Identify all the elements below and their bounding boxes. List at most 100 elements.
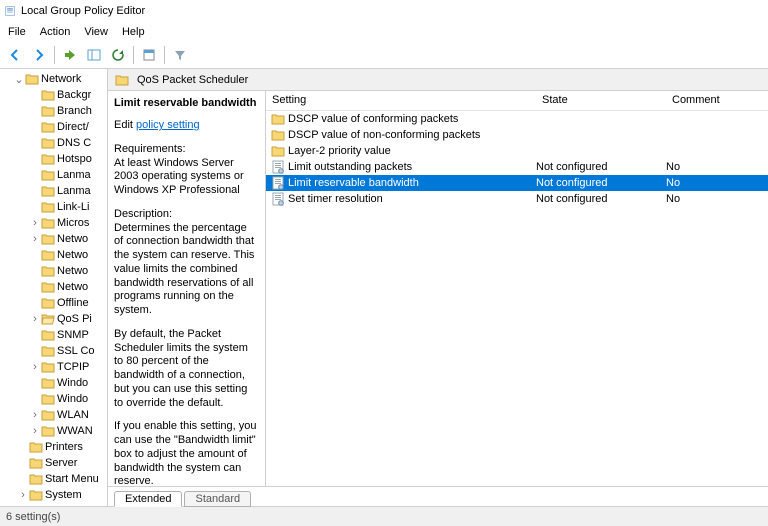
titlebar: Local Group Policy Editor — [0, 0, 768, 22]
chevron-down-icon[interactable]: ⌄ — [14, 73, 24, 86]
tree-node[interactable]: Server — [0, 455, 107, 471]
tree-label: Direct/ — [57, 121, 89, 133]
policy-icon — [270, 192, 286, 206]
refresh-button[interactable] — [107, 44, 129, 66]
list-row[interactable]: Set timer resolutionNot configuredNo — [266, 191, 768, 207]
tree-label: Netwo — [57, 265, 88, 277]
chevron-right-icon[interactable]: › — [30, 425, 40, 437]
tree-node[interactable]: Windo — [0, 375, 107, 391]
separator — [133, 46, 134, 64]
folder-icon — [41, 152, 55, 166]
col-setting[interactable]: Setting — [266, 91, 536, 110]
folder-icon — [41, 360, 55, 374]
tree-node[interactable]: Netwo — [0, 263, 107, 279]
forward-button[interactable] — [28, 44, 50, 66]
tree-label: Printers — [45, 441, 83, 453]
folder-icon — [41, 424, 55, 438]
edit-policy-link[interactable]: policy setting — [136, 119, 200, 131]
toolbar — [0, 41, 768, 69]
tree-pane[interactable]: ⌄ Network BackgrBranch Direct/DNS CHotspo… — [0, 69, 108, 506]
up-button[interactable] — [59, 44, 81, 66]
tree-node[interactable]: Netwo — [0, 279, 107, 295]
folder-icon — [41, 232, 55, 246]
chevron-right-icon[interactable]: › — [30, 217, 40, 229]
folder-icon — [41, 392, 55, 406]
tree-node[interactable]: Windo — [0, 391, 107, 407]
tree-node[interactable]: Netwo — [0, 247, 107, 263]
row-state: Not configured — [536, 161, 666, 173]
row-comment: No — [666, 177, 768, 189]
tab-extended[interactable]: Extended — [114, 491, 182, 507]
separator — [54, 46, 55, 64]
menu-file[interactable]: File — [2, 24, 32, 40]
tree-label: TCPIP — [57, 361, 89, 373]
back-button[interactable] — [4, 44, 26, 66]
tree-node[interactable]: Link-Li — [0, 199, 107, 215]
folder-icon — [41, 168, 55, 182]
tree-node[interactable]: DNS C — [0, 135, 107, 151]
app-icon — [5, 4, 19, 18]
content-pane: QoS Packet Scheduler Limit reservable ba… — [108, 69, 768, 506]
folder-icon — [41, 136, 55, 150]
row-comment: No — [666, 161, 768, 173]
list-row[interactable]: DSCP value of non-conforming packets — [266, 127, 768, 143]
col-state[interactable]: State — [536, 91, 666, 110]
show-hide-tree-button[interactable] — [83, 44, 105, 66]
tab-standard[interactable]: Standard — [184, 491, 251, 507]
list-row[interactable]: Limit outstanding packetsNot configuredN… — [266, 159, 768, 175]
tree-node-network[interactable]: ⌄ Network — [0, 71, 107, 87]
chevron-right-icon[interactable]: › — [30, 409, 40, 421]
list-row[interactable]: Layer-2 priority value — [266, 143, 768, 159]
menu-action[interactable]: Action — [34, 24, 77, 40]
tree-label: Offline — [57, 297, 89, 309]
tree-node[interactable]: Branch — [0, 103, 107, 119]
tree-node[interactable]: › QoS Pi — [0, 311, 107, 327]
folder-icon — [41, 280, 55, 294]
tree-node[interactable]: Direct/ — [0, 119, 107, 135]
list-header[interactable]: Setting State Comment — [266, 91, 768, 111]
tree-node[interactable]: Lanma — [0, 183, 107, 199]
chevron-right-icon[interactable]: › — [30, 233, 40, 245]
tree-node[interactable]: ›WLAN — [0, 407, 107, 423]
menu-help[interactable]: Help — [116, 24, 151, 40]
folder-icon — [41, 248, 55, 262]
tree-node[interactable]: ›Micros — [0, 215, 107, 231]
tree-node[interactable]: SNMP — [0, 327, 107, 343]
tree-node[interactable]: ›WWAN — [0, 423, 107, 439]
folder-icon — [270, 113, 286, 125]
properties-button[interactable] — [138, 44, 160, 66]
folder-icon — [41, 296, 55, 310]
row-state: Not configured — [536, 177, 666, 189]
view-tabs: Extended Standard — [108, 486, 768, 506]
filter-button[interactable] — [169, 44, 191, 66]
tree-node[interactable]: Lanma — [0, 167, 107, 183]
description-pane: Limit reservable bandwidth Edit policy s… — [108, 91, 266, 486]
tree-label: QoS Pi — [57, 313, 92, 325]
tree-node[interactable]: Offline — [0, 295, 107, 311]
tree-node[interactable]: ›System — [0, 487, 107, 503]
chevron-right-icon[interactable]: › — [18, 489, 28, 501]
policy-title: Limit reservable bandwidth — [114, 97, 257, 109]
chevron-right-icon[interactable]: › — [30, 361, 40, 373]
folder-icon — [41, 88, 55, 102]
tree-node[interactable]: Printers — [0, 439, 107, 455]
tree-node[interactable]: › TCPIP — [0, 359, 107, 375]
node-title: QoS Packet Scheduler — [137, 74, 248, 86]
list-row[interactable]: Limit reservable bandwidthNot configured… — [266, 175, 768, 191]
tree-label: Windo — [57, 377, 88, 389]
tree-node[interactable]: ›Netwo — [0, 231, 107, 247]
tree-label: Netwo — [57, 281, 88, 293]
tree-label: Windo — [57, 393, 88, 405]
menu-view[interactable]: View — [78, 24, 114, 40]
folder-icon — [29, 456, 43, 470]
chevron-right-icon[interactable]: › — [30, 313, 40, 325]
tree-node[interactable]: Hotspo — [0, 151, 107, 167]
tree-node[interactable]: Start Menu — [0, 471, 107, 487]
tree-node[interactable]: SSL Co — [0, 343, 107, 359]
policy-icon — [270, 176, 286, 190]
tree-label: Server — [45, 457, 77, 469]
col-comment[interactable]: Comment — [666, 91, 768, 110]
row-setting: DSCP value of non-conforming packets — [288, 129, 536, 141]
list-row[interactable]: DSCP value of conforming packets — [266, 111, 768, 127]
tree-node[interactable]: Backgr — [0, 87, 107, 103]
